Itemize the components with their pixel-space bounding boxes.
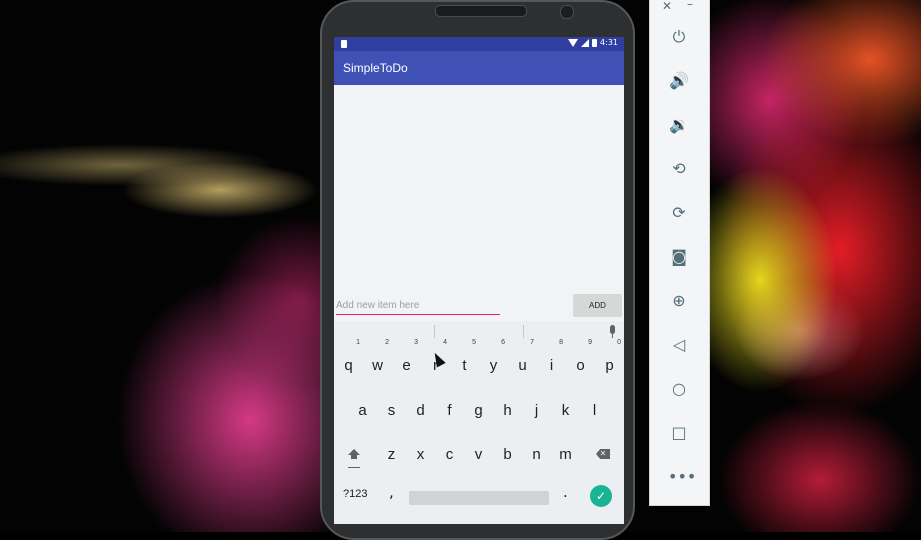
key-hint: 1 — [356, 339, 360, 346]
key-hint: 7 — [530, 339, 534, 346]
key[interactable]: m — [551, 440, 580, 470]
emulator-toolbar: ✕ – ⏻ 🔊 🔉 ⟲ ⟳ ◙ ⊕ ◁ ○ □ ••• — [649, 0, 710, 506]
key-label: i — [549, 357, 554, 374]
key[interactable]: j — [522, 396, 551, 426]
symbols-key[interactable]: ?123 — [343, 488, 367, 500]
shift-icon-underline — [348, 467, 360, 468]
key[interactable]: t5 — [450, 339, 479, 381]
key-hint: 4 — [443, 339, 447, 346]
soft-keyboard: q1 w2 e3 r4 t5 y6 u7 i8 o9 p0 a s d f g … — [334, 321, 624, 524]
key[interactable]: f — [435, 396, 464, 426]
key-label: u — [518, 357, 527, 374]
shift-icon-stem — [351, 455, 357, 459]
period-key[interactable]: . — [563, 483, 568, 501]
key[interactable]: n — [522, 440, 551, 470]
suggestion-divider — [434, 325, 435, 338]
key[interactable]: s — [377, 396, 406, 426]
key-label: q — [344, 357, 353, 374]
close-icon[interactable]: ✕ — [662, 0, 672, 13]
key[interactable]: p0 — [595, 339, 624, 381]
key[interactable]: z — [377, 440, 406, 470]
key-hint: 6 — [501, 339, 505, 346]
front-camera — [560, 5, 574, 19]
space-bar[interactable] — [409, 491, 549, 505]
minimize-icon[interactable]: – — [687, 0, 693, 11]
key[interactable]: o9 — [566, 339, 595, 381]
key-label: t — [462, 357, 467, 374]
key-label: e — [402, 357, 411, 374]
key[interactable]: d — [406, 396, 435, 426]
key[interactable]: l — [580, 396, 609, 426]
volume-up-icon[interactable]: 🔊 — [668, 70, 690, 92]
key[interactable]: v — [464, 440, 493, 470]
status-icons: 4:31 — [568, 38, 618, 47]
suggestion-divider — [523, 325, 524, 338]
more-icon[interactable]: ••• — [668, 466, 696, 488]
signal-icon — [581, 38, 590, 47]
key-hint: 9 — [588, 339, 592, 346]
sd-card-icon — [341, 40, 347, 48]
key[interactable]: i8 — [537, 339, 566, 381]
status-bar: 4:31 — [334, 37, 624, 51]
key-label: y — [489, 357, 498, 374]
backspace-icon[interactable]: ✕ — [596, 449, 610, 459]
device-screen: 4:31 SimpleToDo Add new item here ADD q1… — [334, 37, 624, 524]
key-hint: 3 — [414, 339, 418, 346]
status-time: 4:31 — [600, 38, 618, 47]
key-hint: 2 — [385, 339, 389, 346]
key[interactable]: e3 — [392, 339, 421, 381]
volume-down-icon[interactable]: 🔉 — [668, 114, 690, 136]
wifi-icon — [568, 38, 579, 47]
battery-icon — [592, 38, 598, 47]
rotate-right-icon[interactable]: ⟳ — [668, 202, 690, 224]
key[interactable]: h — [493, 396, 522, 426]
add-button[interactable]: ADD — [573, 294, 622, 317]
key-hint: 5 — [472, 339, 476, 346]
key-hint: 8 — [559, 339, 563, 346]
key[interactable]: u7 — [508, 339, 537, 381]
rotate-left-icon[interactable]: ⟲ — [668, 158, 690, 180]
app-title: SimpleToDo — [343, 61, 408, 75]
overview-icon[interactable]: □ — [668, 422, 690, 444]
key-label: o — [576, 357, 585, 374]
key[interactable]: k — [551, 396, 580, 426]
microphone-icon[interactable] — [610, 325, 615, 334]
speaker-grille — [435, 5, 527, 17]
key[interactable]: a — [348, 396, 377, 426]
new-item-input[interactable]: Add new item here — [336, 296, 500, 315]
zoom-icon[interactable]: ⊕ — [668, 290, 690, 312]
key[interactable]: q1 — [334, 339, 363, 381]
key-hint: 0 — [617, 339, 621, 346]
key[interactable]: w2 — [363, 339, 392, 381]
key[interactable]: g — [464, 396, 493, 426]
key[interactable]: b — [493, 440, 522, 470]
key[interactable]: x — [406, 440, 435, 470]
comma-key[interactable]: , — [389, 483, 394, 501]
suggestion-strip — [334, 321, 624, 343]
key-label: w — [372, 357, 383, 374]
power-icon[interactable]: ⏻ — [668, 26, 690, 48]
enter-check-icon[interactable]: ✓ — [590, 485, 612, 507]
camera-icon[interactable]: ◙ — [668, 246, 690, 268]
app-toolbar: SimpleToDo — [334, 51, 624, 85]
key[interactable]: c — [435, 440, 464, 470]
home-icon[interactable]: ○ — [668, 378, 690, 400]
key-label: p — [605, 357, 614, 374]
key[interactable]: y6 — [479, 339, 508, 381]
back-icon[interactable]: ◁ — [668, 334, 690, 356]
microphone-stand — [612, 334, 613, 338]
